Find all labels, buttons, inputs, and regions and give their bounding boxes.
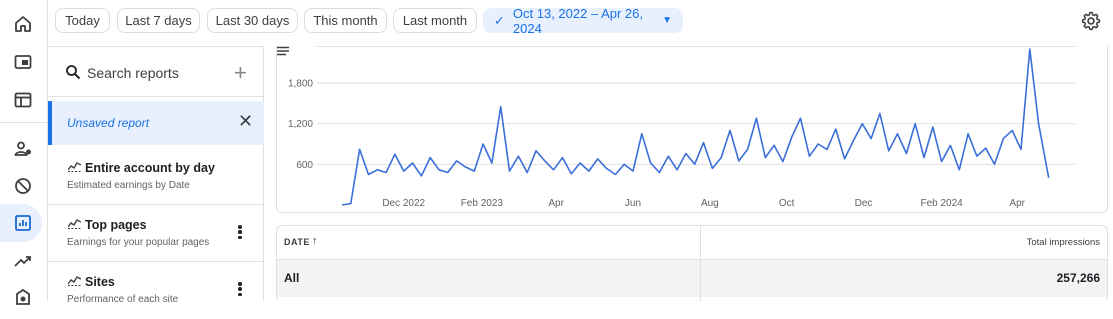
- payments-icon[interactable]: [7, 282, 39, 314]
- report-title: Top pages: [85, 218, 147, 232]
- report-subtitle: Earnings for your popular pages: [67, 237, 209, 248]
- column-header-impressions[interactable]: Total impressions: [1027, 237, 1100, 248]
- column-header-date[interactable]: DATE: [284, 237, 310, 247]
- report-title: Sites: [85, 275, 115, 289]
- filter-last-7-days-button[interactable]: Last 7 days: [117, 8, 200, 33]
- total-label: All: [284, 271, 299, 285]
- total-value: 257,266: [1057, 271, 1100, 285]
- blocking-icon[interactable]: [7, 170, 39, 202]
- x-tick-label: Apr: [1009, 198, 1025, 209]
- rail-divider: [0, 122, 48, 123]
- report-item-sites[interactable]: Sites Performance of each site: [48, 262, 264, 319]
- x-tick-label: Feb 2023: [461, 198, 504, 209]
- sparkline-icon: [68, 276, 81, 286]
- legend-menu-icon[interactable]: [277, 46, 289, 56]
- close-icon[interactable]: ✕: [238, 111, 253, 132]
- more-options-icon[interactable]: [238, 282, 242, 296]
- table-row-total: All 257,266: [277, 260, 1107, 297]
- x-tick-label: Feb 2024: [920, 198, 963, 209]
- column-divider: [700, 226, 701, 301]
- x-tick-label: Dec: [855, 198, 873, 209]
- date-filter-bar: Today Last 7 days Last 30 days This mont…: [48, 0, 1113, 46]
- unsaved-report-label: Unsaved report: [67, 116, 149, 130]
- report-item-entire-account[interactable]: Entire account by day Estimated earnings…: [48, 148, 264, 205]
- chevron-down-icon: ▼: [662, 15, 672, 26]
- report-title: Entire account by day: [85, 161, 215, 175]
- filter-this-month-button[interactable]: This month: [304, 8, 387, 33]
- ads-icon[interactable]: [7, 46, 39, 78]
- reports-panel: Search reports + Unsaved report ✕ Entire…: [48, 46, 264, 300]
- reports-icon[interactable]: [7, 207, 39, 239]
- gear-icon[interactable]: [1081, 11, 1101, 31]
- filter-last-month-button[interactable]: Last month: [393, 8, 477, 33]
- x-tick-label: Jun: [625, 198, 641, 209]
- table-header: DATE ↑ Total impressions: [277, 226, 1107, 260]
- check-icon: ✓: [494, 13, 505, 29]
- y-tick-label: 1,800: [288, 79, 313, 90]
- privacy-icon[interactable]: [7, 133, 39, 165]
- report-subtitle: Estimated earnings by Date: [67, 180, 190, 191]
- sparkline-icon: [68, 219, 81, 229]
- series-line-total-impressions: [342, 49, 1049, 205]
- search-reports-input[interactable]: Search reports: [87, 65, 179, 81]
- nav-rail: [0, 0, 48, 300]
- add-report-icon[interactable]: +: [234, 60, 247, 86]
- report-search[interactable]: Search reports +: [48, 47, 264, 97]
- sites-icon[interactable]: [7, 84, 39, 116]
- report-table: DATE ↑ Total impressions All 257,266: [276, 225, 1108, 300]
- more-options-icon[interactable]: [238, 225, 242, 239]
- x-tick-label: Aug: [701, 198, 719, 209]
- x-tick-label: Dec 2022: [382, 198, 425, 209]
- sparkline-icon: [68, 162, 81, 172]
- y-tick-label: 1,200: [288, 119, 313, 130]
- unsaved-report-item[interactable]: Unsaved report ✕: [48, 101, 264, 145]
- home-icon[interactable]: [7, 8, 39, 40]
- x-tick-label: Oct: [779, 198, 795, 209]
- y-tick-label: 600: [296, 160, 313, 171]
- optimization-icon[interactable]: [7, 245, 39, 277]
- impressions-chart: 600 1,200 1,800 Dec 2022 Feb 2023 Apr Jun Aug O…: [276, 46, 1108, 213]
- search-icon: [65, 64, 81, 80]
- date-range-label: Oct 13, 2022 – Apr 26, 2024: [513, 6, 652, 36]
- filter-last-30-days-button[interactable]: Last 30 days: [207, 8, 298, 33]
- sort-ascending-icon[interactable]: ↑: [312, 235, 318, 247]
- date-range-dropdown[interactable]: ✓ Oct 13, 2022 – Apr 26, 2024 ▼: [483, 8, 683, 33]
- x-tick-label: Apr: [548, 198, 564, 209]
- chart-canvas: 600 1,200 1,800 Dec 2022 Feb 2023 Apr Jun Aug O…: [277, 46, 1107, 213]
- filter-today-button[interactable]: Today: [55, 8, 110, 33]
- report-item-top-pages[interactable]: Top pages Earnings for your popular page…: [48, 205, 264, 262]
